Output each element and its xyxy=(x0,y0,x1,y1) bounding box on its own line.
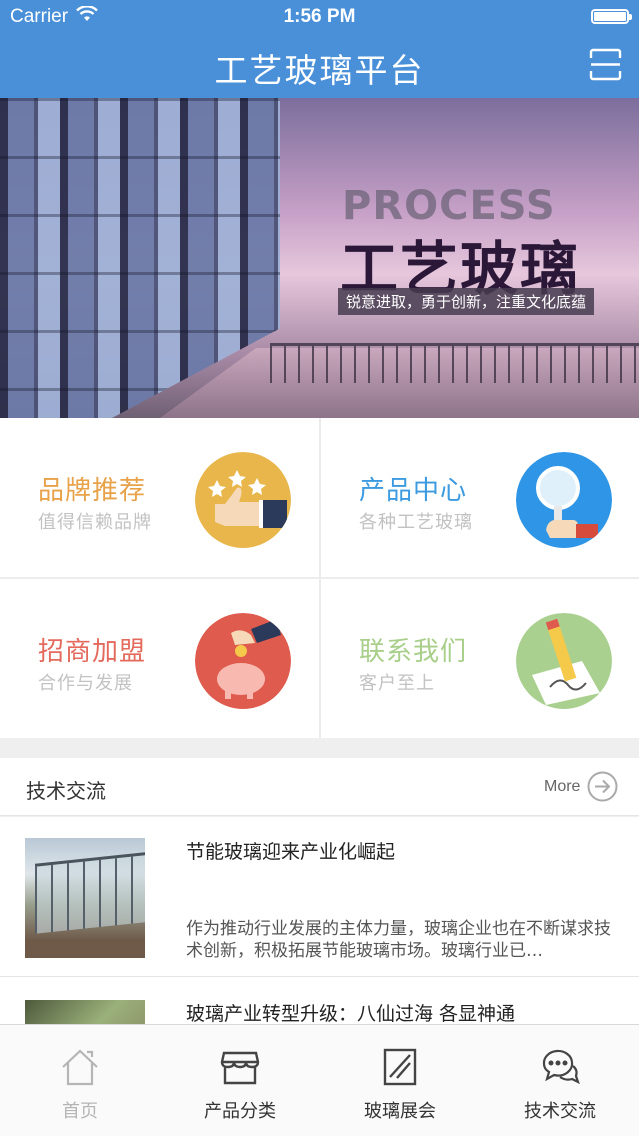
tab-product-category[interactable]: 产品分类 xyxy=(160,1025,320,1136)
pencil-paper-icon xyxy=(516,613,612,709)
tab-label: 技术交流 xyxy=(524,1101,596,1122)
feature-subtitle: 客户至上 xyxy=(359,673,435,694)
home-icon xyxy=(60,1047,100,1087)
feature-product-center[interactable]: 产品中心 各种工艺玻璃 xyxy=(321,418,639,577)
tab-tech-exchange[interactable]: 技术交流 xyxy=(480,1025,639,1136)
tab-label: 玻璃展会 xyxy=(364,1101,436,1122)
article-title: 玻璃产业转型升级：八仙过海 各显神通 xyxy=(186,1003,516,1025)
scan-icon[interactable] xyxy=(589,48,622,81)
tab-label: 首页 xyxy=(62,1101,98,1122)
feature-subtitle: 值得信赖品牌 xyxy=(38,512,152,533)
feature-contact-us[interactable]: 联系我们 客户至上 xyxy=(321,579,639,738)
magnifier-icon xyxy=(516,452,612,548)
feature-brand-recommend[interactable]: 品牌推荐 值得信赖品牌 xyxy=(0,418,319,577)
article-description: 作为推动行业发展的主体力量，玻璃企业也在不断谋求技术创新，积极拓展节能玻璃市场。… xyxy=(186,919,611,961)
thumbs-up-icon xyxy=(195,452,291,548)
status-bar: Carrier 1:56 PM xyxy=(0,0,639,32)
section-title: 技术交流 xyxy=(26,779,106,803)
feature-grid: 品牌推荐 值得信赖品牌 产品中心 各种工艺玻璃 招商加盟 合作与发展 联系我们 … xyxy=(0,418,639,738)
tab-glass-expo[interactable]: 玻璃展会 xyxy=(320,1025,480,1136)
section-header: 技术交流 More xyxy=(0,758,639,816)
grid-divider xyxy=(0,577,639,579)
page-title: 工艺玻璃平台 xyxy=(214,51,425,90)
chat-icon xyxy=(540,1047,580,1087)
tab-home[interactable]: 首页 xyxy=(0,1025,160,1136)
piggy-bank-icon xyxy=(195,613,291,709)
feature-subtitle: 各种工艺玻璃 xyxy=(359,512,473,533)
tab-label: 产品分类 xyxy=(204,1101,276,1122)
feature-title: 品牌推荐 xyxy=(38,476,147,506)
feature-subtitle: 合作与发展 xyxy=(38,673,133,694)
more-link[interactable]: More xyxy=(544,778,580,796)
article-title: 节能玻璃迎来产业化崛起 xyxy=(186,841,396,863)
banner-railing-image xyxy=(270,343,639,383)
tab-bar: 首页 产品分类 玻璃展会 技术交流 xyxy=(0,1024,639,1136)
feature-title: 联系我们 xyxy=(359,637,468,667)
feature-title: 产品中心 xyxy=(359,476,468,506)
battery-icon xyxy=(591,9,632,24)
app-header: Carrier 1:56 PM 工艺玻璃平台 xyxy=(0,0,639,98)
arrow-right-circle-icon[interactable] xyxy=(587,771,618,802)
feature-franchise[interactable]: 招商加盟 合作与发展 xyxy=(0,579,319,738)
glass-panel-icon xyxy=(380,1047,420,1087)
article-thumbnail xyxy=(25,838,145,958)
clock: 1:56 PM xyxy=(283,6,356,27)
article-list: 节能玻璃迎来产业化崛起 作为推动行业发展的主体力量，玻璃企业也在不断谋求技术创新… xyxy=(0,817,639,1037)
list-item[interactable]: 节能玻璃迎来产业化崛起 作为推动行业发展的主体力量，玻璃企业也在不断谋求技术创新… xyxy=(0,817,639,977)
feature-title: 招商加盟 xyxy=(38,637,147,667)
store-icon xyxy=(220,1047,260,1087)
banner-subtitle: 锐意进取，勇于创新，注重文化底蕴 xyxy=(338,288,595,315)
hero-banner[interactable]: PROCESS 工艺玻璃 锐意进取，勇于创新，注重文化底蕴 xyxy=(0,98,639,418)
